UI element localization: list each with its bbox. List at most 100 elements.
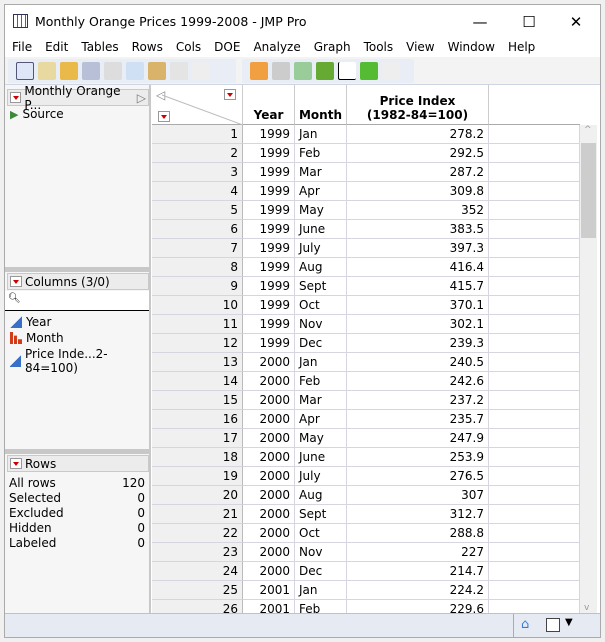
row-number[interactable]: 7 (152, 239, 243, 258)
empty-cell[interactable] (489, 429, 580, 448)
year-cell[interactable]: 1999 (243, 201, 295, 220)
home-icon[interactable]: ⌂ (521, 617, 529, 632)
empty-cell[interactable] (489, 486, 580, 505)
month-cell[interactable]: Jan (295, 581, 347, 600)
dashboard-icon[interactable] (294, 62, 312, 80)
menu-view[interactable]: View (399, 38, 440, 57)
year-cell[interactable]: 2000 (243, 429, 295, 448)
red-triangle-menu-icon[interactable] (10, 92, 22, 103)
close-button[interactable]: ✕ (561, 11, 591, 33)
empty-cell[interactable] (489, 448, 580, 467)
month-cell[interactable]: Apr (295, 182, 347, 201)
maximize-button[interactable]: ☐ (514, 11, 544, 33)
row-number[interactable]: 18 (152, 448, 243, 467)
year-cell[interactable]: 2000 (243, 562, 295, 581)
new-script-icon[interactable] (38, 62, 56, 80)
row-number[interactable]: 14 (152, 372, 243, 391)
month-cell[interactable]: Aug (295, 486, 347, 505)
price-cell[interactable]: 307 (347, 486, 489, 505)
price-cell[interactable]: 352 (347, 201, 489, 220)
columns-panel-header[interactable]: Columns (3/0) (7, 273, 149, 290)
price-cell[interactable]: 235.7 (347, 410, 489, 429)
price-cell[interactable]: 253.9 (347, 448, 489, 467)
price-cell[interactable]: 239.3 (347, 334, 489, 353)
window-list-icon[interactable] (546, 618, 560, 632)
row-number[interactable]: 19 (152, 467, 243, 486)
fit-y-by-x-icon[interactable] (338, 62, 356, 80)
empty-cell[interactable] (489, 220, 580, 239)
scroll-down-icon[interactable]: v (584, 603, 589, 613)
row-number[interactable]: 10 (152, 296, 243, 315)
row-number[interactable]: 2 (152, 144, 243, 163)
year-cell[interactable]: 2000 (243, 391, 295, 410)
price-cell[interactable]: 288.8 (347, 524, 489, 543)
paste-icon[interactable] (148, 62, 166, 80)
month-cell[interactable]: Oct (295, 524, 347, 543)
menu-help[interactable]: Help (501, 38, 541, 57)
empty-cell[interactable] (489, 144, 580, 163)
month-cell[interactable]: Aug (295, 258, 347, 277)
price-cell[interactable]: 397.3 (347, 239, 489, 258)
rows-panel-header[interactable]: Rows (7, 455, 149, 472)
row-number[interactable]: 17 (152, 429, 243, 448)
empty-cell[interactable] (489, 391, 580, 410)
month-cell[interactable]: Sept (295, 505, 347, 524)
row-number[interactable]: 1 (152, 125, 243, 144)
menu-doe[interactable]: DOE (207, 38, 246, 57)
month-cell[interactable]: Feb (295, 372, 347, 391)
row-number[interactable]: 8 (152, 258, 243, 277)
month-cell[interactable]: Jan (295, 125, 347, 144)
menu-edit[interactable]: Edit (38, 38, 74, 57)
month-cell[interactable]: Jan (295, 353, 347, 372)
month-cell[interactable]: Nov (295, 315, 347, 334)
empty-cell[interactable] (489, 258, 580, 277)
row-number[interactable]: 25 (152, 581, 243, 600)
table-panel-header[interactable]: Monthly Orange P... ▷ (7, 84, 149, 112)
month-cell[interactable]: Feb (295, 600, 347, 613)
row-number[interactable]: 22 (152, 524, 243, 543)
source-script[interactable]: ▶ Source (10, 107, 64, 121)
year-cell[interactable]: 1999 (243, 239, 295, 258)
row-number[interactable]: 5 (152, 201, 243, 220)
month-cell[interactable]: May (295, 201, 347, 220)
link-icon[interactable] (170, 62, 188, 80)
row-number[interactable]: 13 (152, 353, 243, 372)
row-number[interactable]: 4 (152, 182, 243, 201)
price-cell[interactable]: 383.5 (347, 220, 489, 239)
row-number[interactable]: 23 (152, 543, 243, 562)
month-cell[interactable]: June (295, 448, 347, 467)
menu-analyze[interactable]: Analyze (246, 38, 306, 57)
new-data-table-icon[interactable] (16, 62, 34, 80)
year-cell[interactable]: 2000 (243, 448, 295, 467)
year-cell[interactable]: 1999 (243, 163, 295, 182)
price-cell[interactable]: 229.6 (347, 600, 489, 613)
year-cell[interactable]: 1999 (243, 296, 295, 315)
minimize-button[interactable]: — (465, 11, 495, 33)
vertical-scrollbar[interactable]: ^ v (580, 125, 597, 613)
dropdown-arrow-icon[interactable]: ▼ (565, 617, 573, 628)
empty-cell[interactable] (489, 125, 580, 144)
price-cell[interactable]: 237.2 (347, 391, 489, 410)
year-cell[interactable]: 2000 (243, 543, 295, 562)
year-cell[interactable]: 2001 (243, 581, 295, 600)
save-icon[interactable] (82, 62, 100, 80)
empty-cell[interactable] (489, 410, 580, 429)
column-header-year[interactable]: Year (243, 85, 295, 125)
column-header-price-index[interactable]: Price Index (1982-84=100) (347, 85, 489, 125)
price-cell[interactable]: 312.7 (347, 505, 489, 524)
month-cell[interactable]: Mar (295, 163, 347, 182)
empty-cell[interactable] (489, 201, 580, 220)
empty-cell[interactable] (489, 505, 580, 524)
price-cell[interactable]: 224.2 (347, 581, 489, 600)
price-cell[interactable]: 242.6 (347, 372, 489, 391)
row-number[interactable]: 21 (152, 505, 243, 524)
empty-cell[interactable] (489, 372, 580, 391)
month-cell[interactable]: Sept (295, 277, 347, 296)
column-item[interactable]: Price Inde...2-84=100) (10, 347, 149, 375)
price-cell[interactable]: 278.2 (347, 125, 489, 144)
empty-cell[interactable] (489, 562, 580, 581)
month-cell[interactable]: July (295, 467, 347, 486)
row-number[interactable]: 6 (152, 220, 243, 239)
scroll-up-icon[interactable]: ^ (584, 125, 592, 135)
empty-cell[interactable] (489, 467, 580, 486)
